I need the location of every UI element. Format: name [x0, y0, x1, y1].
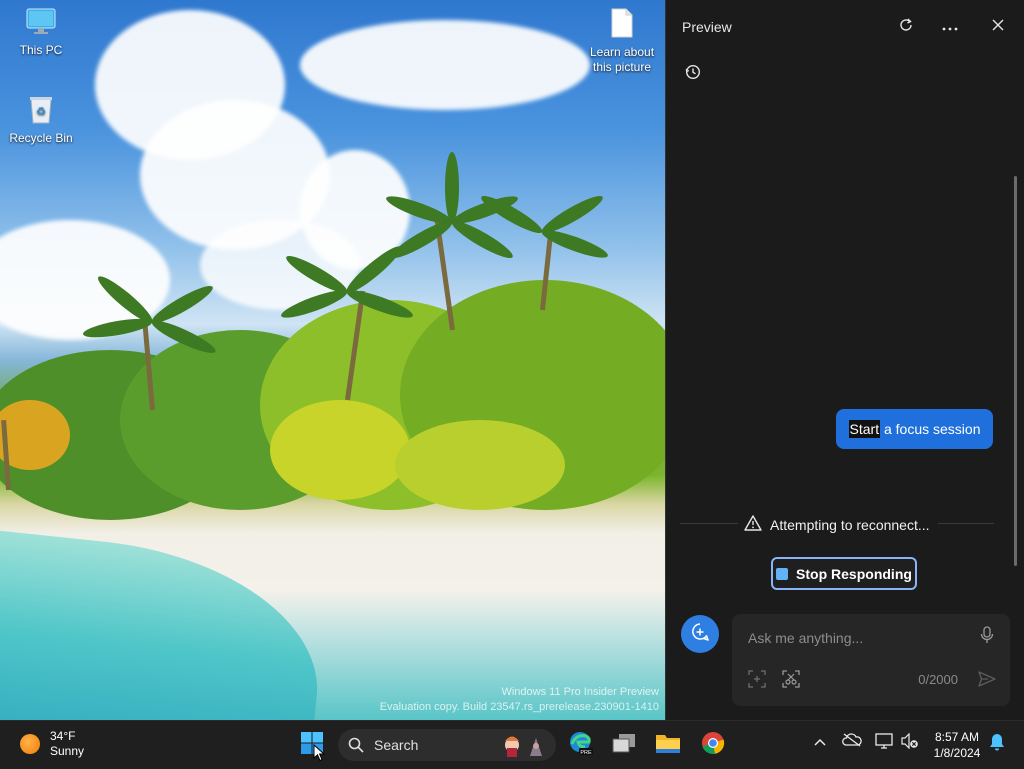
chrome-button[interactable] — [697, 729, 729, 761]
network-button[interactable] — [874, 733, 894, 754]
microphone-button[interactable] — [976, 625, 998, 649]
desktop-icon-learn-about-picture[interactable]: Learn about this picture — [584, 8, 660, 75]
task-view-button[interactable] — [608, 729, 640, 761]
user-message-bubble: Start a focus session — [836, 409, 993, 449]
history-button[interactable] — [679, 61, 707, 87]
desktop-icon-label: Recycle Bin — [9, 131, 73, 145]
user-message-highlight: Start — [848, 420, 881, 438]
document-icon — [584, 8, 660, 42]
add-image-button[interactable] — [746, 669, 768, 693]
close-button[interactable] — [984, 14, 1012, 40]
chat-input[interactable] — [746, 626, 970, 650]
image-add-icon — [748, 669, 766, 693]
chat-input-box: 0/2000 — [732, 614, 1010, 706]
taskbar: 34°F Sunny Search PRE 8:57 AM 1/8/2024 — [0, 720, 1024, 769]
weather-condition: Sunny — [50, 744, 85, 758]
file-explorer-icon — [655, 732, 681, 759]
stop-responding-label: Stop Responding — [796, 565, 912, 582]
reconnect-status: Attempting to reconnect... — [744, 515, 930, 534]
panel-title: Preview — [682, 19, 732, 35]
file-explorer-button[interactable] — [652, 729, 684, 761]
volume-muted-icon — [901, 732, 919, 754]
onedrive-icon — [842, 733, 862, 752]
refresh-button[interactable] — [892, 14, 920, 40]
palm-frond — [445, 152, 459, 222]
refresh-icon — [899, 18, 913, 37]
screenshot-button[interactable] — [780, 669, 802, 693]
taskbar-search[interactable]: Search — [338, 729, 556, 761]
desktop-wallpaper: This PC ♻ Recycle Bin Learn about this p… — [0, 0, 665, 720]
onedrive-button[interactable] — [842, 733, 862, 752]
bush — [270, 400, 410, 500]
edge-icon: PRE — [568, 730, 594, 761]
divider-left — [680, 523, 738, 524]
more-icon — [942, 18, 958, 36]
palm-frond — [448, 215, 517, 264]
svg-text:PRE: PRE — [580, 750, 592, 756]
sea-water — [0, 525, 331, 720]
mouse-cursor-icon — [313, 743, 326, 767]
recycle-bin-icon: ♻ — [6, 94, 76, 128]
character-counter: 0/2000 — [918, 672, 958, 687]
show-hidden-icons-button[interactable] — [812, 733, 828, 751]
edge-preview-button[interactable]: PRE — [565, 729, 597, 761]
new-topic-button[interactable] — [681, 615, 719, 653]
desktop-icon-recycle-bin[interactable]: ♻ Recycle Bin — [6, 94, 76, 146]
weather-widget[interactable]: 34°F Sunny — [20, 729, 84, 759]
watermark-line-2: Evaluation copy. Build 23547.rs_prerelea… — [379, 701, 659, 713]
more-options-button[interactable] — [936, 14, 964, 40]
desktop-icon-this-pc[interactable]: This PC — [6, 8, 76, 58]
desktop-icon-label: This PC — [19, 43, 63, 57]
chevron-up-icon — [814, 733, 826, 751]
watermark-line-1: Windows 11 Pro Insider Preview — [501, 686, 659, 698]
search-icon — [348, 737, 364, 753]
history-icon — [685, 64, 701, 85]
monitor-icon — [6, 8, 76, 40]
search-label: Search — [374, 737, 419, 753]
warning-icon — [744, 515, 762, 534]
copilot-panel: Preview Start a focus session Attempting… — [665, 0, 1024, 720]
send-button[interactable] — [976, 670, 998, 692]
cloud — [300, 20, 590, 110]
new-topic-icon — [690, 622, 710, 647]
screenshot-icon — [782, 669, 800, 693]
clock-time: 8:57 AM — [934, 730, 980, 744]
display-icon — [875, 733, 893, 754]
weather-temperature: 34°F — [50, 729, 76, 743]
chrome-icon — [701, 731, 725, 760]
notification-bell-icon — [989, 733, 1005, 756]
clock-date: 1/8/2024 — [933, 746, 981, 760]
volume-button[interactable] — [900, 732, 920, 754]
close-icon — [992, 18, 1004, 36]
divider-right — [938, 523, 994, 524]
svg-text:♻: ♻ — [36, 106, 46, 118]
chat-scrollbar[interactable] — [1014, 176, 1017, 566]
microphone-icon — [980, 625, 994, 649]
desktop-icon-label: Learn about this picture — [589, 45, 655, 74]
user-message-text: a focus session — [880, 421, 981, 437]
stop-responding-button[interactable]: Stop Responding — [771, 557, 917, 590]
send-icon — [978, 670, 996, 692]
notifications-button[interactable] — [988, 733, 1006, 756]
search-highlight-icon — [502, 732, 546, 758]
system-clock[interactable]: 8:57 AM 1/8/2024 — [926, 729, 988, 761]
reconnect-status-text: Attempting to reconnect... — [770, 516, 930, 533]
stop-icon — [776, 567, 789, 580]
sun-icon — [20, 734, 40, 754]
task-view-icon — [611, 732, 637, 759]
bush — [395, 420, 565, 510]
